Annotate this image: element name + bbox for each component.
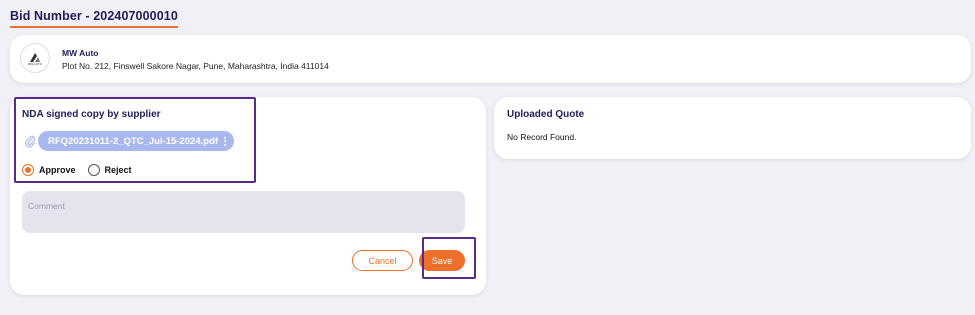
supplier-card: MW AUTO MW Auto Plot No. 212, Finswell S…	[10, 35, 971, 83]
cancel-button[interactable]: Cancel	[352, 250, 413, 271]
comment-field[interactable]	[22, 191, 465, 233]
uploaded-quote-card: Uploaded Quote No Record Found.	[494, 97, 971, 159]
logo-text: MW AUTO	[27, 62, 43, 66]
save-highlight-box	[422, 237, 476, 279]
bid-number-title: Bid Number - 202407000010	[10, 9, 178, 28]
company-logo: MW AUTO	[20, 43, 50, 73]
nda-highlight-box	[14, 97, 256, 183]
uploaded-quote-title: Uploaded Quote	[507, 109, 585, 120]
supplier-name: MW Auto	[62, 48, 99, 58]
no-record-text: No Record Found.	[507, 132, 577, 142]
supplier-address: Plot No. 212, Finswell Sakore Nagar, Pun…	[62, 61, 329, 71]
